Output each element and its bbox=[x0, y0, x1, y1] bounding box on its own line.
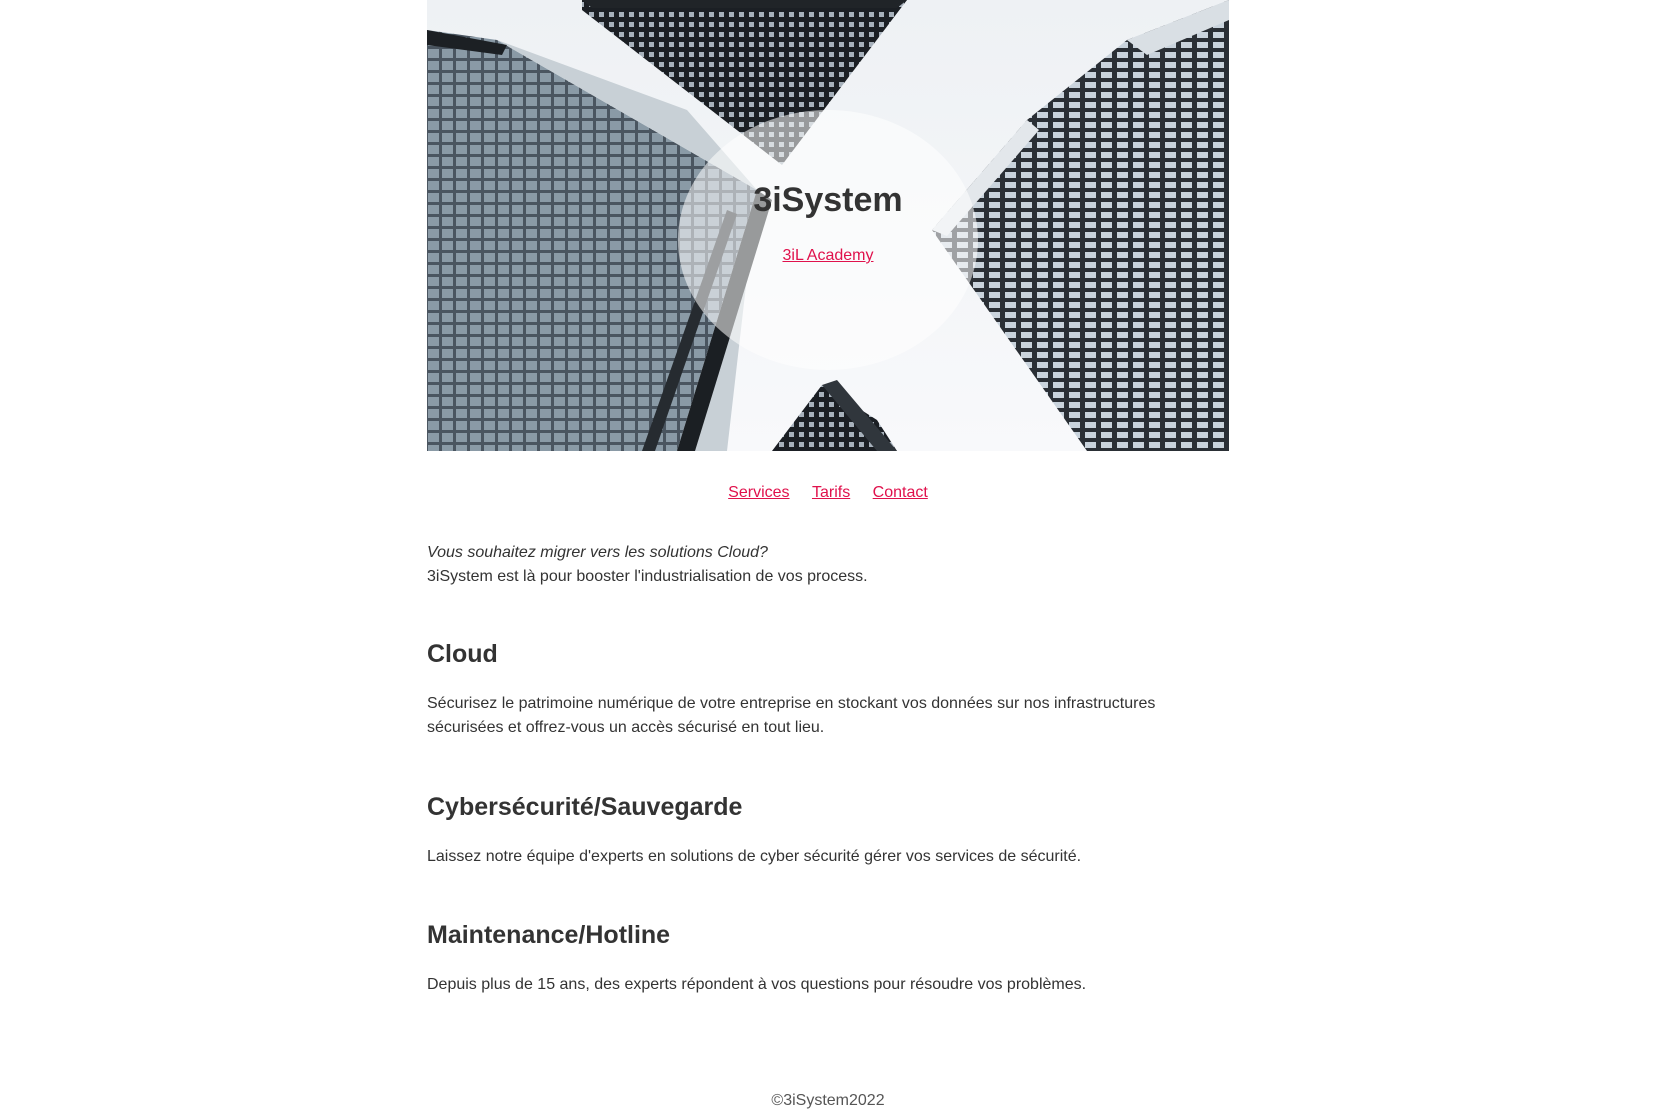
intro-question: Vous souhaitez migrer vers les solutions… bbox=[427, 544, 768, 561]
nav-item-contact[interactable]: Contact bbox=[873, 484, 928, 501]
intro-text: 3iSystem est là pour booster l'industria… bbox=[427, 568, 868, 585]
section-cybersecurite: Cybersécurité/Sauvegarde Laissez notre é… bbox=[427, 795, 1229, 869]
section-text: Laissez notre équipe d'experts en soluti… bbox=[427, 848, 1082, 865]
section-title: Maintenance/Hotline bbox=[427, 921, 671, 949]
academy-link-container: 3iL Academy bbox=[427, 248, 1229, 264]
site-title: 3iSystem bbox=[753, 181, 903, 219]
hero-banner: 3iSystem 3iL Academy bbox=[427, 0, 1229, 451]
section-title: Cybersécurité/Sauvegarde bbox=[427, 793, 743, 821]
section-maintenance: Maintenance/Hotline Depuis plus de 15 an… bbox=[427, 923, 1229, 997]
skyscrapers-image bbox=[427, 0, 1229, 451]
intro-block: Vous souhaitez migrer vers les solutions… bbox=[427, 541, 1229, 589]
nav-item-tarifs[interactable]: Tarifs bbox=[812, 484, 850, 501]
section-text: Sécurisez le patrimoine numérique de vot… bbox=[427, 695, 1156, 736]
section-cloud: Cloud Sécurisez le patrimoine numérique … bbox=[427, 642, 1229, 740]
section-text: Depuis plus de 15 ans, des experts répon… bbox=[427, 976, 1087, 993]
academy-link[interactable]: 3iL Academy bbox=[782, 247, 873, 264]
nav-item-services[interactable]: Services bbox=[728, 484, 789, 501]
main-nav: Services Tarifs Contact bbox=[427, 485, 1229, 501]
footer-copyright: ©3iSystem2022 bbox=[771, 1092, 885, 1109]
page-container: 3iSystem 3iL Academy Services Tarifs Con… bbox=[427, 0, 1229, 1109]
section-title: Cloud bbox=[427, 640, 498, 668]
